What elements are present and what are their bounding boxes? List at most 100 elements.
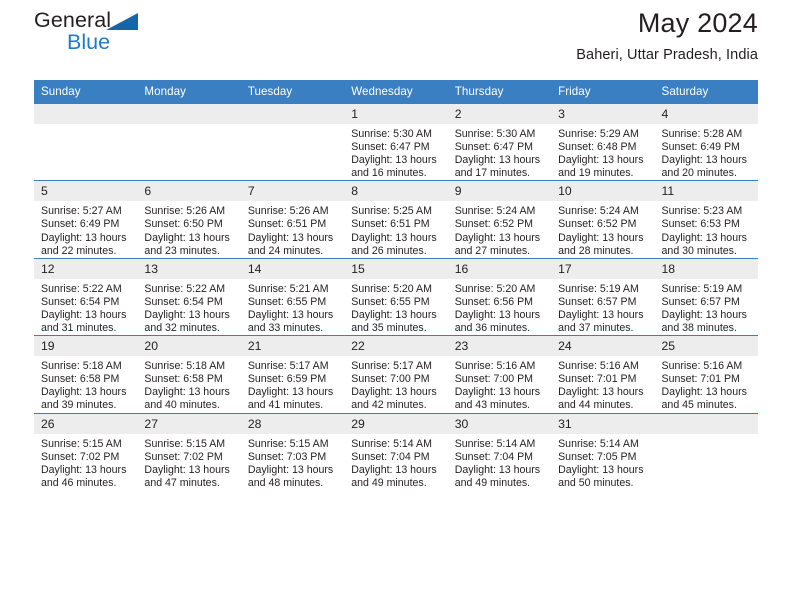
daylight-text: Daylight: 13 hours and 22 minutes. <box>41 231 127 257</box>
sunset-text: Sunset: 6:47 PM <box>351 141 430 154</box>
day-cell-inner: 6 Sunrise: 5:26 AM Sunset: 6:50 PM Daylight… <box>137 181 241 257</box>
calendar-day-cell[interactable]: 11 Sunrise: 5:23 AM Sunset: 6:53 PM Dayligh… <box>654 180 758 259</box>
calendar-day-cell[interactable]: 27 Sunrise: 5:15 AM Sunset: 7:02 PM Dayligh… <box>137 412 241 490</box>
calendar-day-cell-empty <box>240 102 345 181</box>
day-details: Sunrise: 5:15 AM Sunset: 7:03 PM Daylight:… <box>241 434 344 490</box>
weekday-header-wednesday: Wednesday <box>344 80 448 104</box>
calendar-day-cell[interactable]: 22 Sunrise: 5:17 AM Sunset: 7:00 PM Dayligh… <box>344 335 448 413</box>
calendar-week-row: 26 Sunrise: 5:15 AM Sunset: 7:02 PM Dayligh… <box>34 412 758 490</box>
title-block: May 2024 Baheri, Uttar Pradesh, India <box>576 6 758 63</box>
calendar-day-cell[interactable]: 20 Sunrise: 5:18 AM Sunset: 6:58 PM Dayligh… <box>137 335 241 413</box>
page-header: General Blue May 2024 Baheri, Uttar Prad… <box>34 0 758 80</box>
daylight-text: Daylight: 13 hours and 31 minutes. <box>41 308 127 335</box>
day-details: Sunrise: 5:15 AM Sunset: 7:02 PM Daylight:… <box>137 434 240 490</box>
day-cell-inner: 16 Sunrise: 5:20 AM Sunset: 6:56 PM Dayligh… <box>447 258 552 335</box>
daylight-text: Daylight: 13 hours and 20 minutes. <box>661 154 747 180</box>
calendar-day-cell[interactable]: 15 Sunrise: 5:20 AM Sunset: 6:55 PM Dayligh… <box>344 257 448 336</box>
sunrise-text: Sunrise: 5:15 AM <box>247 437 329 450</box>
calendar-day-cell[interactable]: 29 Sunrise: 5:14 AM Sunset: 7:04 PM Dayligh… <box>344 412 448 490</box>
sunset-text: Sunset: 7:00 PM <box>351 373 430 386</box>
day-number: 12 <box>34 258 138 279</box>
calendar-day-cell[interactable]: 6 Sunrise: 5:26 AM Sunset: 6:50 PM Daylight… <box>137 180 241 259</box>
weekday-header-monday: Monday <box>137 80 241 104</box>
day-details: Sunrise: 5:17 AM Sunset: 7:00 PM Daylight:… <box>344 356 447 412</box>
weekday-header-row: Sunday Monday Tuesday Wednesday Thursday… <box>34 80 758 104</box>
calendar-day-cell[interactable]: 2 Sunrise: 5:30 AM Sunset: 6:47 PM Daylight… <box>447 102 552 181</box>
daylight-text: Daylight: 13 hours and 36 minutes. <box>454 308 541 335</box>
weekday-header-saturday: Saturday <box>654 80 758 104</box>
daylight-text: Daylight: 13 hours and 40 minutes. <box>144 386 230 412</box>
day-number: 15 <box>344 258 448 279</box>
day-cell-inner: 15 Sunrise: 5:20 AM Sunset: 6:55 PM Dayligh… <box>344 258 448 335</box>
day-details: Sunrise: 5:30 AM Sunset: 6:47 PM Daylight:… <box>448 124 551 180</box>
day-number <box>654 413 758 434</box>
calendar-day-cell[interactable]: 16 Sunrise: 5:20 AM Sunset: 6:56 PM Dayligh… <box>447 257 552 336</box>
daylight-text: Daylight: 13 hours and 41 minutes. <box>247 386 334 412</box>
location-subtitle: Baheri, Uttar Pradesh, India <box>576 47 758 64</box>
calendar-day-cell[interactable]: 5 Sunrise: 5:27 AM Sunset: 6:49 PM Daylight… <box>34 180 138 259</box>
calendar-day-cell[interactable]: 13 Sunrise: 5:22 AM Sunset: 6:54 PM Dayligh… <box>137 257 241 336</box>
calendar-day-cell[interactable]: 1 Sunrise: 5:30 AM Sunset: 6:47 PM Daylight… <box>344 102 448 181</box>
day-number: 9 <box>447 181 552 202</box>
sunrise-text: Sunrise: 5:21 AM <box>247 282 329 295</box>
sunrise-text: Sunrise: 5:14 AM <box>454 437 536 450</box>
calendar-day-cell[interactable]: 17 Sunrise: 5:19 AM Sunset: 6:57 PM Dayligh… <box>551 257 655 336</box>
day-number: 7 <box>240 181 345 202</box>
calendar-day-cell[interactable]: 18 Sunrise: 5:19 AM Sunset: 6:57 PM Dayligh… <box>654 257 758 336</box>
calendar-day-cell[interactable]: 23 Sunrise: 5:16 AM Sunset: 7:00 PM Dayligh… <box>447 335 552 413</box>
calendar-day-cell[interactable]: 12 Sunrise: 5:22 AM Sunset: 6:54 PM Dayligh… <box>34 257 138 336</box>
day-details: Sunrise: 5:21 AM Sunset: 6:55 PM Daylight:… <box>241 279 344 335</box>
sunrise-text: Sunrise: 5:20 AM <box>454 282 536 295</box>
sunrise-text: Sunrise: 5:18 AM <box>41 360 122 373</box>
calendar-day-cell[interactable]: 26 Sunrise: 5:15 AM Sunset: 7:02 PM Dayligh… <box>34 412 138 490</box>
sunrise-text: Sunrise: 5:19 AM <box>661 282 743 295</box>
day-number: 10 <box>551 181 655 202</box>
day-cell-inner: 3 Sunrise: 5:29 AM Sunset: 6:48 PM Daylight… <box>551 104 655 180</box>
calendar-day-cell[interactable]: 14 Sunrise: 5:21 AM Sunset: 6:55 PM Dayligh… <box>240 257 345 336</box>
calendar-day-cell[interactable]: 31 Sunrise: 5:14 AM Sunset: 7:05 PM Dayligh… <box>551 412 655 490</box>
sunset-text: Sunset: 6:51 PM <box>351 218 430 231</box>
day-number: 20 <box>137 336 241 357</box>
calendar-week-row: 19 Sunrise: 5:18 AM Sunset: 6:58 PM Dayligh… <box>34 335 758 413</box>
calendar-day-cell[interactable]: 3 Sunrise: 5:29 AM Sunset: 6:48 PM Daylight… <box>551 102 655 181</box>
day-cell-inner: 23 Sunrise: 5:16 AM Sunset: 7:00 PM Dayligh… <box>447 336 552 412</box>
day-cell-inner: 5 Sunrise: 5:27 AM Sunset: 6:49 PM Daylight… <box>34 181 138 257</box>
daylight-text: Daylight: 13 hours and 26 minutes. <box>351 231 437 257</box>
sunrise-text: Sunrise: 5:17 AM <box>247 360 329 373</box>
sunset-text: Sunset: 6:49 PM <box>661 141 740 154</box>
sunset-text: Sunset: 7:05 PM <box>558 450 637 463</box>
calendar-week-row: 1 Sunrise: 5:30 AM Sunset: 6:47 PM Daylight… <box>34 102 758 181</box>
calendar-day-cell[interactable]: 4 Sunrise: 5:28 AM Sunset: 6:49 PM Daylight… <box>654 102 758 181</box>
calendar-day-cell[interactable]: 9 Sunrise: 5:24 AM Sunset: 6:52 PM Daylight… <box>447 180 552 259</box>
day-details: Sunrise: 5:19 AM Sunset: 6:57 PM Daylight:… <box>655 279 758 335</box>
day-details: Sunrise: 5:22 AM Sunset: 6:54 PM Daylight:… <box>137 279 240 335</box>
sunrise-text: Sunrise: 5:29 AM <box>558 128 639 140</box>
calendar-day-cell[interactable]: 7 Sunrise: 5:26 AM Sunset: 6:51 PM Daylight… <box>240 180 345 259</box>
calendar-day-cell[interactable]: 28 Sunrise: 5:15 AM Sunset: 7:03 PM Dayligh… <box>240 412 345 490</box>
day-cell-inner: 14 Sunrise: 5:21 AM Sunset: 6:55 PM Dayligh… <box>240 258 345 335</box>
day-cell-inner: 28 Sunrise: 5:15 AM Sunset: 7:03 PM Dayligh… <box>240 413 345 490</box>
daylight-text: Daylight: 13 hours and 35 minutes. <box>351 308 437 335</box>
daylight-text: Daylight: 13 hours and 42 minutes. <box>351 386 437 412</box>
sunrise-text: Sunrise: 5:26 AM <box>144 205 226 218</box>
calendar-day-cell[interactable]: 21 Sunrise: 5:17 AM Sunset: 6:59 PM Dayligh… <box>240 335 345 413</box>
day-details: Sunrise: 5:30 AM Sunset: 6:47 PM Daylight:… <box>344 124 447 180</box>
day-details: Sunrise: 5:16 AM Sunset: 7:01 PM Daylight:… <box>551 356 654 412</box>
sunset-text: Sunset: 6:47 PM <box>454 141 534 154</box>
brand-logo[interactable]: General Blue <box>34 6 234 66</box>
calendar-day-cell[interactable]: 25 Sunrise: 5:16 AM Sunset: 7:01 PM Dayligh… <box>654 335 758 413</box>
calendar-day-cell[interactable]: 19 Sunrise: 5:18 AM Sunset: 6:58 PM Dayligh… <box>34 335 138 413</box>
calendar-day-cell[interactable]: 30 Sunrise: 5:14 AM Sunset: 7:04 PM Dayligh… <box>447 412 552 490</box>
day-cell-inner: 17 Sunrise: 5:19 AM Sunset: 6:57 PM Dayligh… <box>551 258 655 335</box>
day-cell-inner: 25 Sunrise: 5:16 AM Sunset: 7:01 PM Dayligh… <box>654 336 758 412</box>
day-number: 4 <box>654 104 758 124</box>
calendar-day-cell[interactable]: 8 Sunrise: 5:25 AM Sunset: 6:51 PM Daylight… <box>344 180 448 259</box>
calendar-day-cell[interactable]: 10 Sunrise: 5:24 AM Sunset: 6:52 PM Dayligh… <box>551 180 655 259</box>
sunset-text: Sunset: 6:52 PM <box>558 218 637 231</box>
day-cell-inner: 8 Sunrise: 5:25 AM Sunset: 6:51 PM Daylight… <box>344 181 448 257</box>
day-details: Sunrise: 5:27 AM Sunset: 6:49 PM Daylight:… <box>34 201 137 257</box>
daylight-text: Daylight: 13 hours and 19 minutes. <box>558 154 644 180</box>
daylight-text: Daylight: 13 hours and 16 minutes. <box>351 154 437 180</box>
calendar-day-cell[interactable]: 24 Sunrise: 5:16 AM Sunset: 7:01 PM Dayligh… <box>551 335 655 413</box>
daylight-text: Daylight: 13 hours and 49 minutes. <box>351 463 437 489</box>
